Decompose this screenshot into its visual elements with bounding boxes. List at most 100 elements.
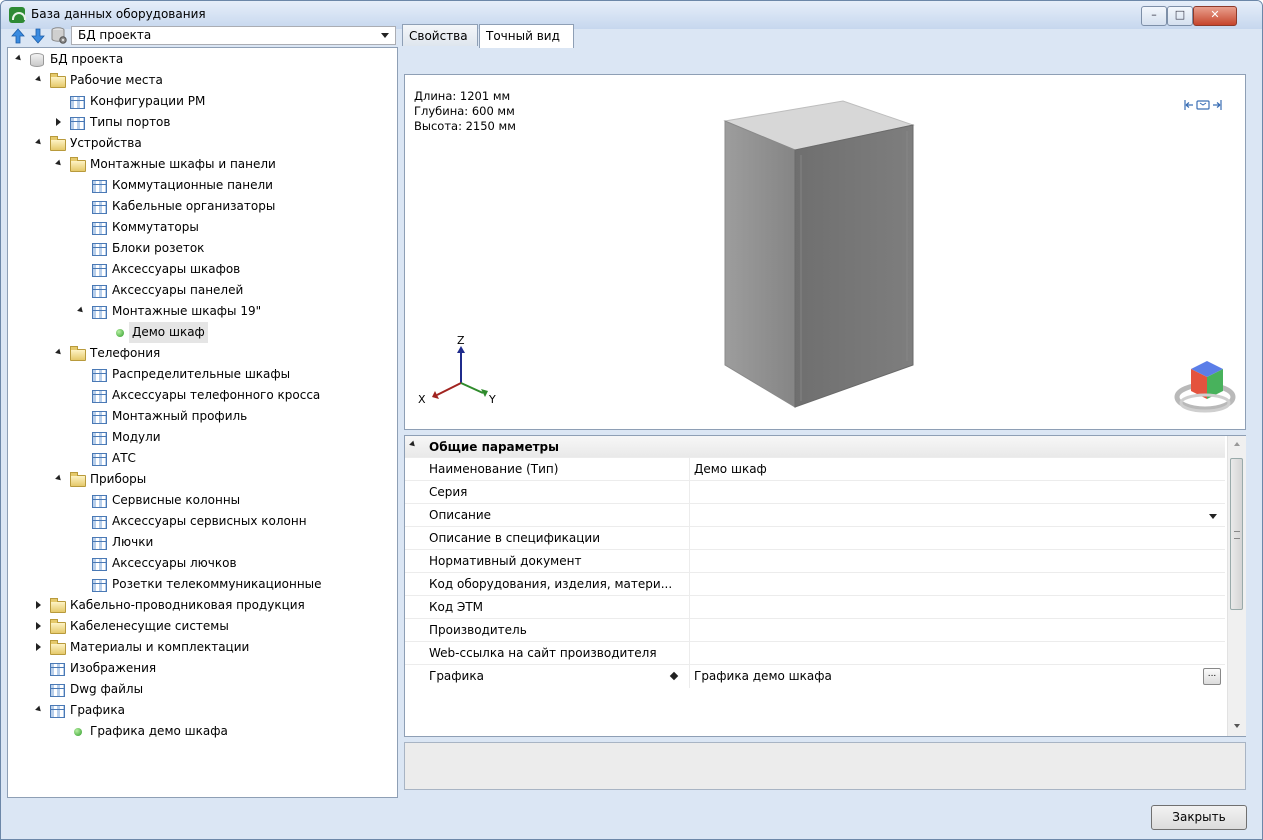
property-row[interactable]: Web-ссылка на сайт производителя <box>405 641 1225 665</box>
tree-item-label: БД проекта <box>50 52 124 66</box>
collapse-arrow-icon[interactable] <box>15 54 23 63</box>
table-icon <box>92 495 107 508</box>
tree-item-label: Монтажный профиль <box>112 409 248 423</box>
property-row[interactable]: Код ЭТМ <box>405 595 1225 619</box>
property-row[interactable]: Нормативный документ <box>405 549 1225 573</box>
property-value[interactable] <box>689 550 1225 573</box>
property-row[interactable]: Графика Графика демо шкафа... <box>405 664 1225 688</box>
minimize-button[interactable]: – <box>1141 6 1167 26</box>
scroll-up-icon[interactable] <box>1234 442 1240 446</box>
axis-triad-icon: Z X Y <box>418 334 496 406</box>
table-icon <box>92 306 107 319</box>
collapse-arrow-icon[interactable] <box>55 159 63 168</box>
chevron-down-icon[interactable] <box>1209 514 1217 519</box>
tab-label: Точный вид <box>486 29 560 43</box>
tree-item-label: Конфигурации РМ <box>90 94 206 108</box>
expand-arrow-icon[interactable] <box>36 643 41 651</box>
expand-arrow-icon[interactable] <box>36 622 41 630</box>
collapse-arrow-icon[interactable] <box>35 75 43 84</box>
tree-item-label: Графика демо шкафа <box>90 724 228 738</box>
property-value[interactable] <box>689 527 1225 550</box>
folder-open-icon <box>70 157 86 172</box>
table-icon <box>92 180 107 193</box>
tree-item-label: Аксессуары панелей <box>112 283 244 297</box>
length-label: Длина: 1201 мм <box>414 89 511 103</box>
tree-item-label: Коммутаторы <box>112 220 199 234</box>
table-icon <box>92 537 107 550</box>
property-value[interactable] <box>689 573 1225 596</box>
tree-item-label: Рабочие места <box>70 73 163 87</box>
arrow-up-icon[interactable] <box>11 28 25 44</box>
tab-properties[interactable]: Свойства <box>402 24 478 46</box>
tree-item-label: Кабельные организаторы <box>112 199 276 213</box>
property-value[interactable]: Демо шкаф <box>689 458 1225 481</box>
property-name: Нормативный документ <box>429 554 582 568</box>
property-row[interactable]: Код оборудования, изделия, матери... <box>405 572 1225 596</box>
collapse-arrow-icon[interactable] <box>35 705 43 714</box>
property-name: Серия <box>429 485 468 499</box>
cabinet-3d-model <box>723 100 915 408</box>
maximize-button[interactable]: □ <box>1167 6 1193 26</box>
tree-item-label: Модули <box>112 430 161 444</box>
property-row[interactable]: Наименование (Тип) Демо шкаф <box>405 457 1225 481</box>
tree-item-label: Блоки розеток <box>112 241 205 255</box>
database-tree[interactable]: БД проекта Рабочие места Конфигурации РМ Ти… <box>7 47 398 798</box>
database-select[interactable]: БД проекта <box>71 26 396 45</box>
pane-splitter[interactable] <box>398 47 402 796</box>
close-window-button[interactable]: ✕ <box>1193 6 1237 26</box>
scroll-thumb[interactable] <box>1230 458 1243 610</box>
folder-open-icon <box>70 346 86 361</box>
folder-icon <box>50 640 66 655</box>
scroll-down-icon[interactable] <box>1234 724 1240 728</box>
property-row[interactable]: Серия <box>405 480 1225 504</box>
folder-open-icon <box>50 73 66 88</box>
property-name: Код ЭТМ <box>429 600 484 614</box>
property-value[interactable] <box>689 596 1225 619</box>
ellipsis-button[interactable]: ... <box>1203 668 1221 685</box>
table-icon <box>92 285 107 298</box>
property-row[interactable]: Производитель <box>405 618 1225 642</box>
property-value[interactable] <box>689 642 1225 665</box>
table-icon <box>50 663 65 676</box>
window-title: База данных оборудования <box>31 7 206 21</box>
expand-arrow-icon[interactable] <box>36 601 41 609</box>
property-value[interactable] <box>689 619 1225 642</box>
collapse-arrow-icon[interactable] <box>55 474 63 483</box>
property-value[interactable]: Графика демо шкафа... <box>689 665 1225 688</box>
property-row[interactable]: Описание <box>405 503 1225 527</box>
tree-item-label: Лючки <box>112 535 154 549</box>
app-icon <box>9 7 26 23</box>
expand-icon[interactable] <box>409 440 417 449</box>
tree-item-label: Аксессуары шкафов <box>112 262 241 276</box>
green-dot-icon <box>74 728 82 736</box>
close-button[interactable]: Закрыть <box>1151 805 1247 830</box>
arrow-down-icon[interactable] <box>31 28 45 44</box>
database-settings-icon[interactable] <box>51 27 67 44</box>
property-name: Код оборудования, изделия, матери... <box>429 577 673 591</box>
expand-arrow-icon[interactable] <box>56 118 61 126</box>
property-row[interactable]: Описание в спецификации <box>405 526 1225 550</box>
group-header[interactable]: Общие параметры <box>405 436 1225 457</box>
collapse-arrow-icon[interactable] <box>55 348 63 357</box>
folder-open-icon <box>50 136 66 151</box>
tree-item-label: Монтажные шкафы и панели <box>90 157 276 171</box>
tab-exact-view[interactable]: Точный вид <box>479 24 574 48</box>
3d-viewport[interactable]: Длина: 1201 мм Глубина: 600 мм Высота: 2… <box>404 74 1246 430</box>
table-icon <box>92 579 107 592</box>
fit-view-icon[interactable] <box>1183 99 1223 111</box>
properties-scrollbar[interactable] <box>1227 436 1246 736</box>
view-cube-icon[interactable] <box>1173 353 1237 417</box>
tree-item-label: Графика <box>70 703 125 717</box>
property-value[interactable] <box>689 481 1225 504</box>
tree-item-label: Dwg файлы <box>70 682 144 696</box>
collapse-arrow-icon[interactable] <box>77 306 85 315</box>
collapse-arrow-icon[interactable] <box>35 138 43 147</box>
chevron-down-icon <box>381 33 389 38</box>
property-value-text: Графика демо шкафа <box>694 669 832 683</box>
main-window: База данных оборудования – □ ✕ БД проект… <box>0 0 1263 840</box>
tree-item-label: Телефония <box>90 346 161 360</box>
table-icon <box>92 453 107 466</box>
group-title: Общие параметры <box>429 440 559 454</box>
folder-icon <box>50 619 66 634</box>
property-value[interactable] <box>689 504 1225 527</box>
